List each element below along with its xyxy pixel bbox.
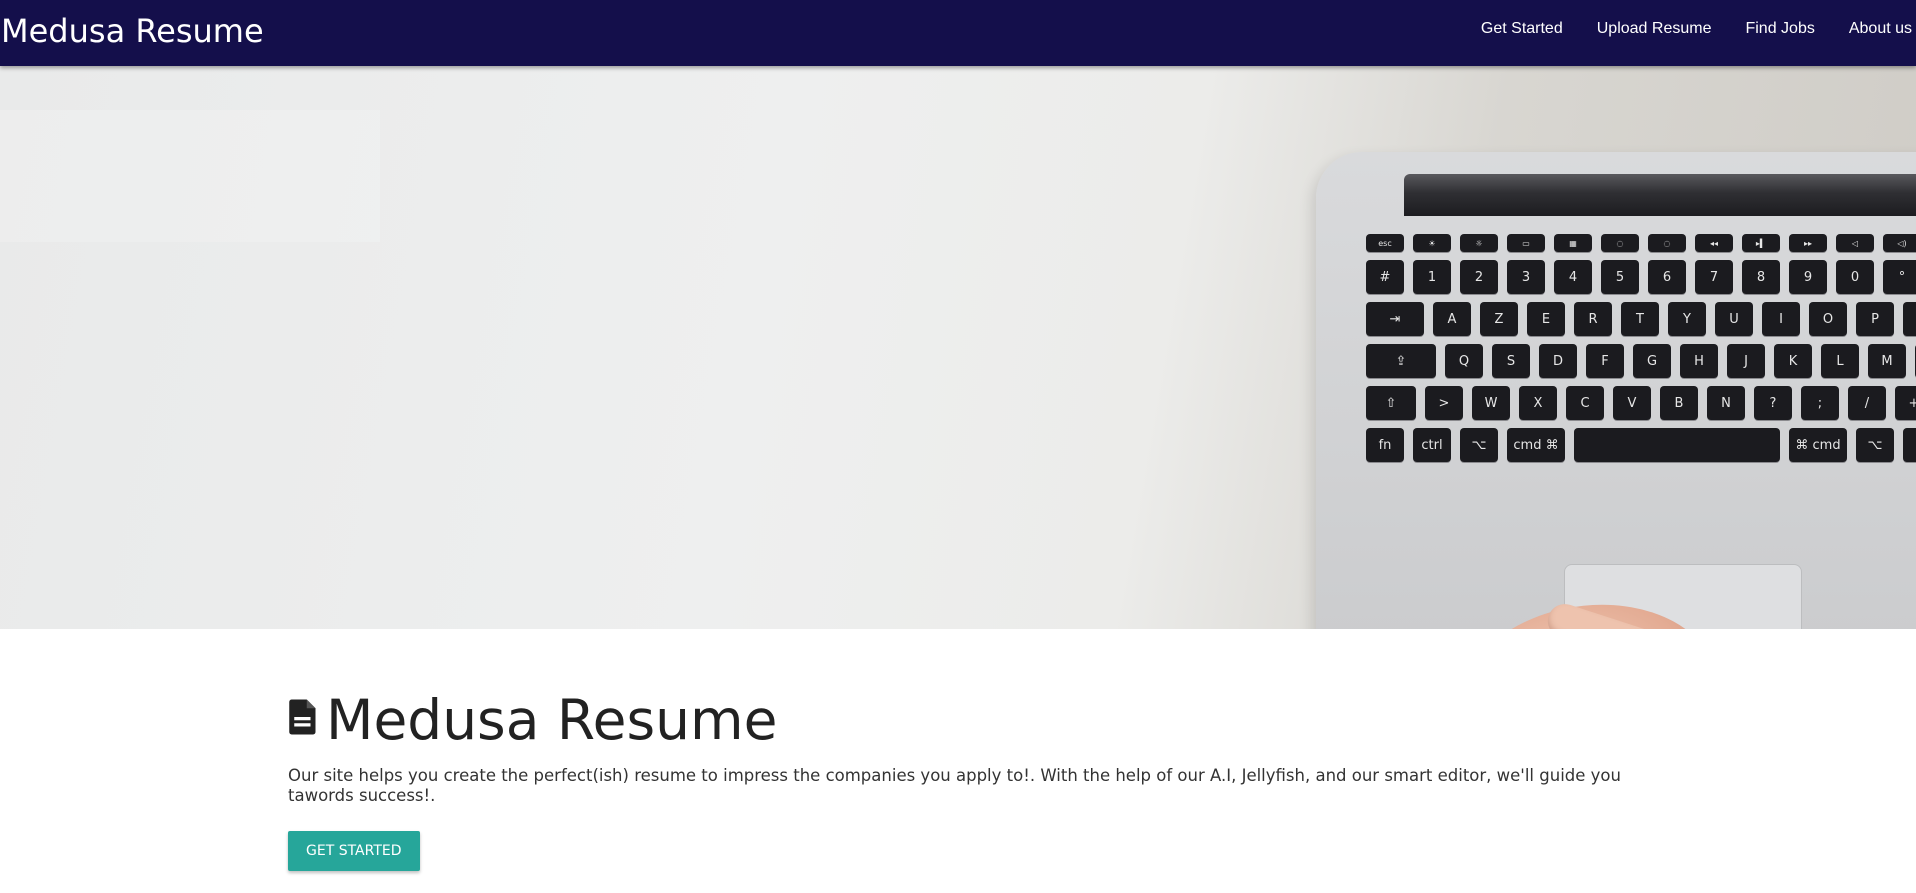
keyboard-key: D — [1539, 344, 1577, 378]
keyboard-key: esc — [1366, 234, 1404, 252]
keyboard-key: S — [1492, 344, 1530, 378]
keyboard-row: ⇧ > W X C V B N?; / + — [1366, 386, 1916, 420]
keyboard-key: I — [1762, 302, 1800, 336]
keyboard-key: ☼ — [1460, 234, 1498, 252]
keyboard-key: ⌥ — [1856, 428, 1894, 462]
keyboard-key: ▸▍ — [1742, 234, 1780, 252]
get-started-button[interactable]: GET STARTED — [288, 830, 420, 871]
keyboard-key: W — [1472, 386, 1510, 420]
keyboard-key: J — [1727, 344, 1765, 378]
laptop-illustration: esc☀☼▭▦◌◌◂◂▸▍▸▸◁◁)#1234567890°-⇥AZERTYUI… — [1316, 152, 1916, 629]
nav-link-find-jobs[interactable]: Find Jobs — [1745, 20, 1814, 37]
keyboard-key: K — [1774, 344, 1812, 378]
keyboard-key: cmd ⌘ — [1507, 428, 1565, 462]
keyboard-key: ctrl — [1413, 428, 1451, 462]
keyboard-key: ? — [1754, 386, 1792, 420]
keyboard-row: #1234567890°- — [1366, 260, 1916, 294]
keyboard-key: ◁) — [1883, 234, 1916, 252]
keyboard-key: G — [1633, 344, 1671, 378]
keyboard-key: ⇧ — [1366, 386, 1416, 420]
nav-item-find-jobs: Find Jobs — [1728, 20, 1831, 38]
keyboard-key: 7 — [1695, 260, 1733, 294]
keyboard-key: 4 — [1554, 260, 1592, 294]
keyboard-key: ¨ — [1903, 302, 1916, 336]
keyboard-key: 6 — [1648, 260, 1686, 294]
keyboard-key: ▸▸ — [1789, 234, 1827, 252]
keyboard-row: ⇥ AZERTYUIOP ¨ — [1366, 302, 1916, 336]
nav-item-get-started: Get Started — [1464, 20, 1580, 38]
keyboard-key: 3 — [1507, 260, 1545, 294]
keyboard-key: ◂ — [1903, 428, 1916, 462]
keyboard-key: ⌘ cmd — [1789, 428, 1847, 462]
keyboard-key: ◌ — [1648, 234, 1686, 252]
keyboard-key: 2 — [1460, 260, 1498, 294]
keyboard-key — [1574, 428, 1780, 462]
keyboard-key: M — [1868, 344, 1906, 378]
main-content: Medusa Resume Our site helps you create … — [288, 690, 1648, 871]
nav-item-upload-resume: Upload Resume — [1580, 20, 1729, 38]
keyboard-key: ▦ — [1554, 234, 1592, 252]
brand-logo-link[interactable]: Medusa Resume — [1, 13, 264, 49]
intro-paragraph: Our site helps you create the perfect(is… — [288, 766, 1621, 805]
keyboard-key: N — [1707, 386, 1745, 420]
keyboard-key: U — [1715, 302, 1753, 336]
keyboard-key: L — [1821, 344, 1859, 378]
keyboard-key: ; — [1801, 386, 1839, 420]
keyboard-key: X — [1519, 386, 1557, 420]
keyboard-key: > — [1425, 386, 1463, 420]
keyboard-key: 5 — [1601, 260, 1639, 294]
keyboard-row: ⇪QSDFGHJKLM% — [1366, 344, 1916, 378]
keyboard-key: 0 — [1836, 260, 1874, 294]
keyboard-key: 1 — [1413, 260, 1451, 294]
keyboard-key: ☀ — [1413, 234, 1451, 252]
keyboard-key: P — [1856, 302, 1894, 336]
keyboard-key: T — [1621, 302, 1659, 336]
hero-light-patch — [0, 110, 380, 242]
laptop-keyboard: esc☀☼▭▦◌◌◂◂▸▍▸▸◁◁)#1234567890°-⇥AZERTYUI… — [1366, 234, 1916, 470]
keyboard-key: ⇪ — [1366, 344, 1436, 378]
nav-link-get-started[interactable]: Get Started — [1481, 20, 1563, 37]
keyboard-key: C — [1566, 386, 1604, 420]
keyboard-key: E — [1527, 302, 1565, 336]
keyboard-key: H — [1680, 344, 1718, 378]
keyboard-key: V — [1613, 386, 1651, 420]
keyboard-row: fnctrl ⌥ cmd ⌘ ⌘ cmd ⌥ ◂ — [1366, 428, 1916, 462]
page-title: Medusa Resume — [326, 688, 778, 752]
nav-links: Get Started Upload Resume Find Jobs Abou… — [1464, 0, 1916, 58]
laptop-hinge — [1404, 174, 1916, 216]
keyboard-key: ⇥ — [1366, 302, 1424, 336]
keyboard-key: ⌥ — [1460, 428, 1498, 462]
top-navbar: Medusa Resume Get Started Upload Resume … — [0, 0, 1916, 66]
nav-link-about-us[interactable]: About us — [1849, 20, 1912, 37]
keyboard-key: Y — [1668, 302, 1706, 336]
nav-link-upload-resume[interactable]: Upload Resume — [1597, 20, 1712, 37]
keyboard-key: B — [1660, 386, 1698, 420]
keyboard-key: 9 — [1789, 260, 1827, 294]
keyboard-key: F — [1586, 344, 1624, 378]
keyboard-key: A — [1433, 302, 1471, 336]
keyboard-key: fn — [1366, 428, 1404, 462]
keyboard-key: ▭ — [1507, 234, 1545, 252]
keyboard-key: ◌ — [1601, 234, 1639, 252]
document-icon — [289, 699, 316, 735]
nav-item-about-us: About us — [1832, 20, 1916, 38]
hero-banner-image: esc☀☼▭▦◌◌◂◂▸▍▸▸◁◁)#1234567890°-⇥AZERTYUI… — [0, 66, 1916, 629]
keyboard-key: 8 — [1742, 260, 1780, 294]
keyboard-key: + — [1895, 386, 1916, 420]
keyboard-key: Z — [1480, 302, 1518, 336]
keyboard-key: ◁ — [1836, 234, 1874, 252]
keyboard-row: esc ☀ ☼ ▭ ▦ ◌ ◌ ◂◂ ▸▍ ▸▸ ◁ ◁) — [1366, 234, 1916, 252]
keyboard-key: # — [1366, 260, 1404, 294]
keyboard-key: R — [1574, 302, 1612, 336]
title-row: Medusa Resume — [288, 690, 1648, 750]
keyboard-key: ◂◂ — [1695, 234, 1733, 252]
keyboard-key: Q — [1445, 344, 1483, 378]
keyboard-key: ° — [1883, 260, 1916, 294]
keyboard-key: / — [1848, 386, 1886, 420]
keyboard-key: O — [1809, 302, 1847, 336]
